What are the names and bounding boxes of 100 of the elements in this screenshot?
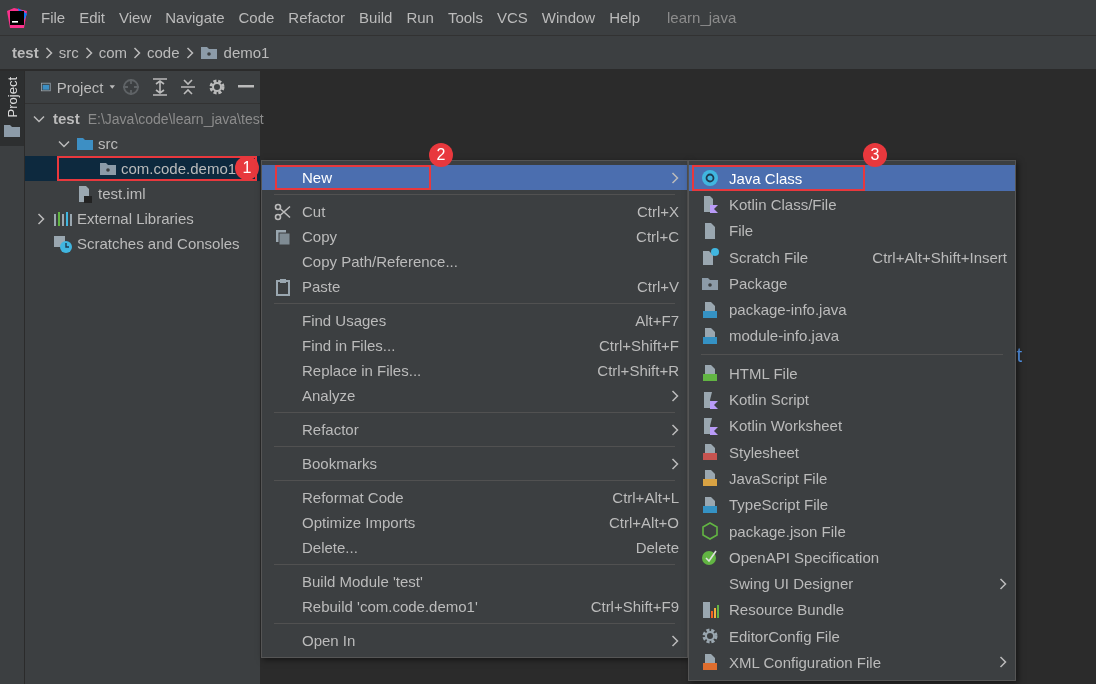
minimize-icon[interactable] xyxy=(238,85,254,89)
menu-item[interactable]: Copy Ctrl+C xyxy=(262,224,687,249)
menu-item[interactable]: JavaScript File xyxy=(689,465,1015,492)
shortcut-text: Ctrl+C xyxy=(636,228,679,245)
package-icon xyxy=(199,45,218,60)
editor-text: t xyxy=(1016,344,1022,367)
menu-bar-item[interactable]: Edit xyxy=(72,9,113,26)
tree-label: External Libraries xyxy=(77,210,194,227)
menu-item[interactable]: Cut Ctrl+X xyxy=(262,199,687,224)
menu-item[interactable]: Optimize Imports Ctrl+Alt+O xyxy=(262,510,687,535)
menu-item[interactable]: HTML File xyxy=(689,360,1015,387)
clipboard-icon xyxy=(274,277,292,296)
menu-item[interactable]: New xyxy=(262,165,687,190)
module-file-icon xyxy=(76,184,94,203)
menu-item[interactable]: Resource Bundle xyxy=(689,596,1015,624)
html-file-icon xyxy=(701,364,719,383)
menu-item[interactable]: Copy Path/Reference... xyxy=(262,249,687,274)
class-icon xyxy=(701,169,719,188)
breadcrumb[interactable]: code xyxy=(147,44,180,61)
tree-item[interactable]: src xyxy=(25,131,260,156)
breadcrumb[interactable]: test xyxy=(12,44,39,61)
menu-item[interactable]: Delete... Delete xyxy=(262,535,687,560)
breadcrumb[interactable]: demo1 xyxy=(223,44,270,61)
breadcrumb-separator-icon xyxy=(133,46,142,59)
shortcut-text: Alt+F7 xyxy=(635,312,679,329)
collapse-all-icon[interactable] xyxy=(180,78,196,96)
menu-item[interactable]: Package xyxy=(689,270,1015,297)
menu-item[interactable]: Open In xyxy=(262,628,687,653)
menu-bar-item[interactable]: Refactor xyxy=(281,9,353,26)
menu-item[interactable]: Java Class xyxy=(689,165,1015,192)
menu-item[interactable]: module-info.java xyxy=(689,322,1015,350)
menu-item[interactable]: Build Module 'test' xyxy=(262,569,687,594)
menu-item[interactable]: Replace in Files... Ctrl+Shift+R xyxy=(262,358,687,383)
menu-bar-item[interactable]: Run xyxy=(399,9,441,26)
menu-item[interactable]: Find in Files... Ctrl+Shift+F xyxy=(262,333,687,358)
menu-item[interactable]: XML Configuration File xyxy=(689,649,1015,676)
folder-icon xyxy=(3,123,21,139)
kotlin-script-icon xyxy=(701,416,719,435)
menu-item[interactable]: Kotlin Script xyxy=(689,386,1015,413)
breadcrumb[interactable]: com xyxy=(98,44,128,61)
menu-bar-item[interactable]: Window xyxy=(534,9,603,26)
shortcut-text: Ctrl+Shift+R xyxy=(597,362,679,379)
menu-bar-item[interactable]: VCS xyxy=(489,9,535,26)
dropdown-caret-icon[interactable] xyxy=(109,83,116,91)
java-file-icon xyxy=(701,300,719,319)
menu-item[interactable]: Bookmarks xyxy=(262,451,687,476)
menu-item[interactable]: Swing UI Designer xyxy=(689,570,1015,597)
js-file-icon xyxy=(701,469,719,488)
copy-icon xyxy=(274,227,292,246)
tree-item[interactable]: External Libraries xyxy=(25,206,260,231)
breadcrumb-separator-icon xyxy=(84,46,93,59)
expand-all-icon[interactable] xyxy=(152,78,168,96)
path-text: E:\Java\code\learn_java\test xyxy=(87,110,264,127)
menu-bar-item[interactable]: Build xyxy=(352,9,400,26)
shortcut-text: Ctrl+Shift+F9 xyxy=(590,598,679,615)
menu-bar-item[interactable]: Help xyxy=(602,9,648,26)
tree-label: com.code.demo1 xyxy=(121,160,237,177)
menu-bar-item[interactable]: Code xyxy=(231,9,282,26)
menu-item[interactable]: EditorConfig File xyxy=(689,623,1015,650)
css-file-icon xyxy=(701,443,719,462)
menu-bar-item[interactable]: Navigate xyxy=(158,9,232,26)
resource-bundle-icon xyxy=(701,600,719,619)
settings-icon[interactable] xyxy=(208,78,226,96)
source-folder-icon xyxy=(76,136,94,151)
shortcut-text: Ctrl+V xyxy=(636,278,679,295)
xml-file-icon xyxy=(701,653,719,672)
menu-item[interactable]: Paste Ctrl+V xyxy=(262,274,687,299)
kotlin-file-icon xyxy=(701,195,719,214)
menu-item[interactable]: Kotlin Worksheet xyxy=(689,412,1015,439)
scratch-clock-icon xyxy=(53,234,73,253)
menu-bar-item[interactable]: Tools xyxy=(440,9,490,26)
menu-item[interactable]: Scratch File Ctrl+Alt+Shift+Insert xyxy=(689,243,1015,271)
menu-item[interactable]: Analyze xyxy=(262,383,687,408)
shortcut-text: Ctrl+Alt+L xyxy=(612,489,679,506)
breadcrumb-separator-icon xyxy=(44,46,53,59)
menu-item[interactable]: Refactor xyxy=(262,417,687,442)
menu-item[interactable]: Kotlin Class/File xyxy=(689,191,1015,218)
chevron-right-icon xyxy=(37,212,45,225)
tree-item[interactable]: Scratches and Consoles xyxy=(25,231,260,256)
menu-item[interactable]: Reformat Code Ctrl+Alt+L xyxy=(262,485,687,510)
kotlin-script-icon xyxy=(701,390,719,409)
menu-item[interactable]: TypeScript File xyxy=(689,491,1015,518)
breadcrumb-separator-icon xyxy=(185,46,194,59)
tree-item[interactable]: test.iml xyxy=(25,181,260,206)
menu-item[interactable]: package.json File xyxy=(689,517,1015,545)
breadcrumb[interactable]: src xyxy=(58,44,79,61)
menu-bar-item[interactable]: File xyxy=(34,9,73,26)
menu-item[interactable]: File xyxy=(689,217,1015,244)
menu-item[interactable]: package-info.java xyxy=(689,296,1015,323)
java-file-icon xyxy=(701,326,719,345)
menu-item[interactable]: OpenAPI Specification xyxy=(689,544,1015,571)
project-tool-tab[interactable]: Project xyxy=(0,71,24,147)
shortcut-text: Ctrl+Alt+Shift+Insert xyxy=(872,248,1007,266)
package-icon xyxy=(99,161,117,176)
menu-item[interactable]: Find Usages Alt+F7 xyxy=(262,308,687,333)
menu-item[interactable]: Stylesheet xyxy=(689,438,1015,466)
menu-bar-item[interactable]: View xyxy=(112,9,159,26)
menu-item[interactable]: Rebuild 'com.code.demo1' Ctrl+Shift+F9 xyxy=(262,594,687,619)
scratch-file-icon xyxy=(701,248,719,267)
panel-title[interactable]: Project xyxy=(56,78,104,96)
